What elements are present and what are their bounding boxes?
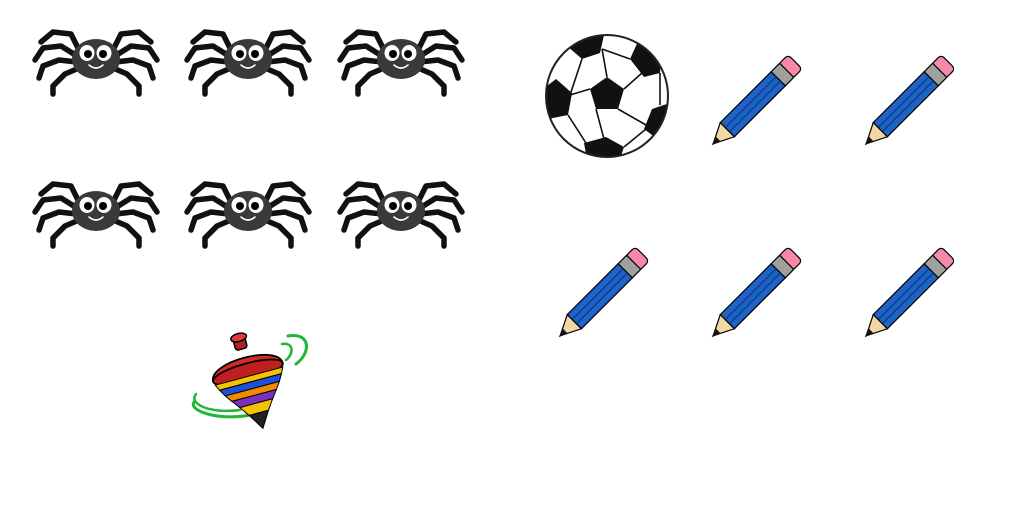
pencil-icon — [699, 232, 815, 348]
spider-icon — [338, 24, 466, 98]
pencil-icon — [852, 232, 968, 348]
spinning-top-icon — [184, 330, 316, 434]
spider-icon — [33, 176, 161, 250]
spider-icon — [33, 24, 161, 98]
spider-icon — [185, 24, 313, 98]
pencil-icon — [699, 40, 815, 156]
spider-icon — [185, 176, 313, 250]
soccer-ball-icon — [544, 33, 670, 159]
pencil-icon — [546, 232, 662, 348]
pencil-icon — [852, 40, 968, 156]
spider-icon — [338, 176, 466, 250]
